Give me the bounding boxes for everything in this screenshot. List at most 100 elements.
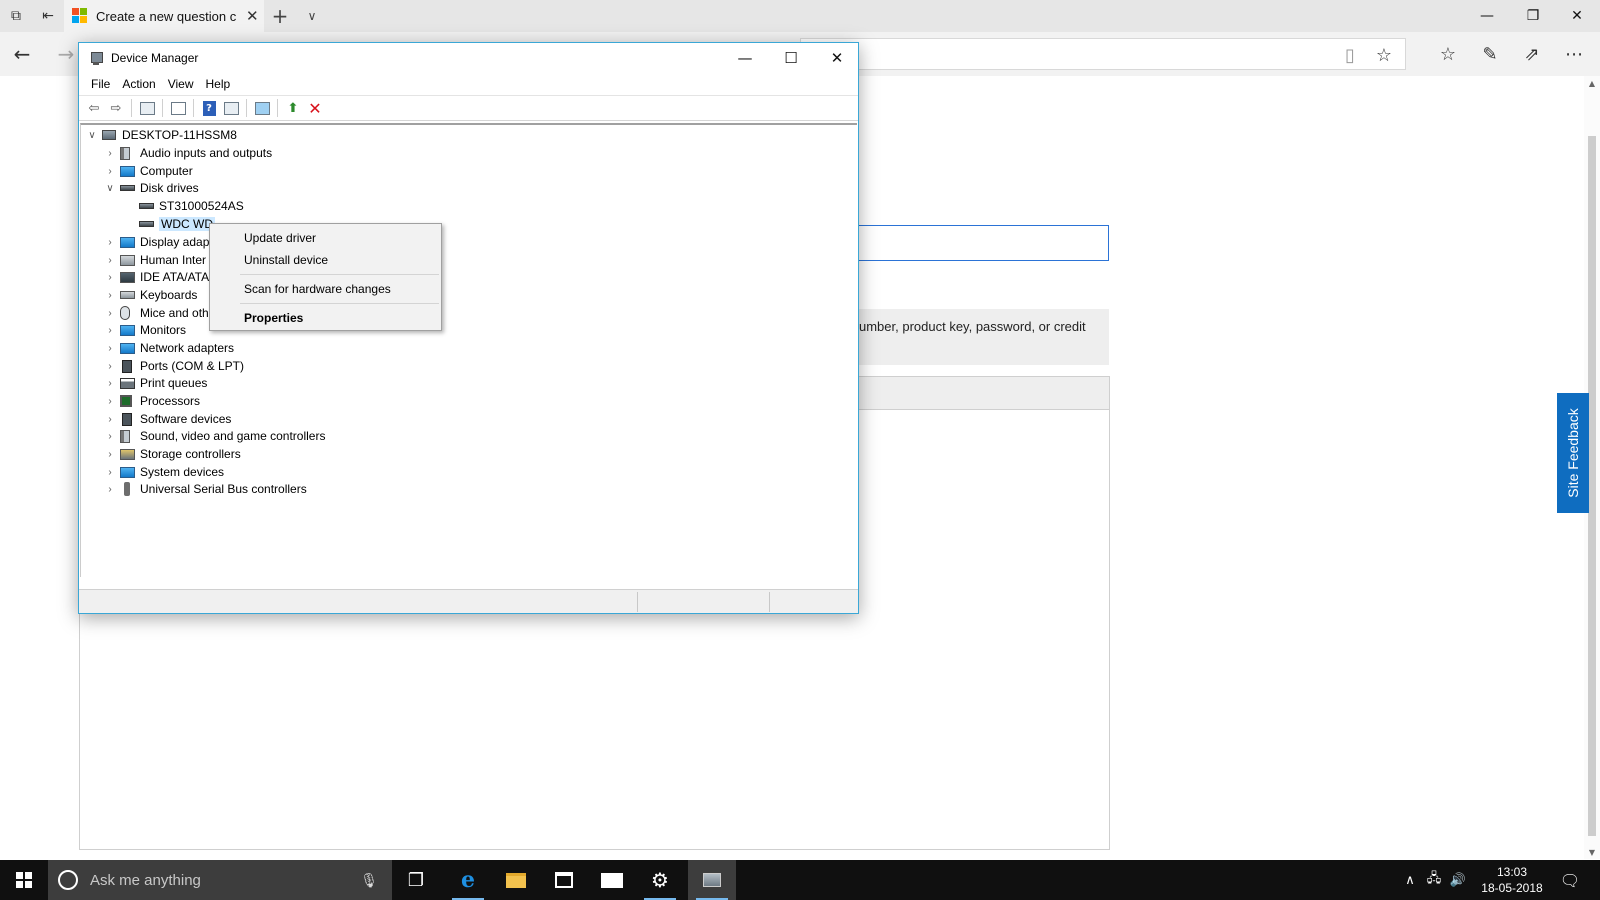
cortana-search-box[interactable]: Ask me anything 🎙 — [48, 860, 392, 900]
expand-chevron-icon[interactable]: › — [103, 144, 117, 162]
forward-arrow-icon[interactable]: ⇨ — [105, 97, 127, 119]
help-icon[interactable]: ? — [198, 97, 220, 119]
uninstall-device-icon[interactable]: ✕ — [304, 97, 326, 119]
tree-item-ide-ata[interactable]: › IDE ATA/ATA — [103, 268, 209, 286]
tab-preview-icon[interactable]: ⧉ — [0, 0, 32, 32]
clock[interactable]: 13:03 18-05-2018 — [1478, 864, 1546, 896]
tree-item-human-interface[interactable]: › Human Inter — [103, 251, 206, 269]
tree-item-print-queues[interactable]: › Print queues — [103, 374, 207, 392]
menu-item-properties[interactable]: Properties — [210, 307, 441, 329]
scroll-down-icon[interactable]: ▼ — [1584, 845, 1600, 859]
device-tree[interactable]: ∨ DESKTOP-11HSSM8 › Audio inputs and out… — [80, 123, 857, 577]
tree-item-ports[interactable]: › Ports (COM & LPT) — [103, 357, 244, 375]
tree-item-storage-controllers[interactable]: › Storage controllers — [103, 445, 241, 463]
expand-chevron-icon[interactable]: › — [103, 374, 117, 392]
properties-icon[interactable] — [167, 97, 189, 119]
tree-item-system-devices[interactable]: › System devices — [103, 463, 224, 481]
tab-close-icon[interactable]: ✕ — [246, 7, 259, 25]
site-feedback-button[interactable]: Site Feedback — [1557, 393, 1589, 513]
back-arrow-icon[interactable]: ← — [0, 32, 44, 76]
scroll-up-icon[interactable]: ▲ — [1584, 76, 1600, 90]
expand-chevron-icon[interactable]: › — [103, 480, 117, 498]
show-hide-console-tree-icon[interactable] — [136, 97, 158, 119]
tree-item-processors[interactable]: › Processors — [103, 392, 200, 410]
scroll-thumb[interactable] — [1588, 136, 1596, 836]
mail-icon[interactable] — [588, 860, 636, 900]
browser-tab[interactable]: Create a new question c ✕ — [64, 0, 264, 32]
device-manager-title-bar[interactable]: Device Manager — ☐ ✕ — [79, 43, 858, 73]
collapse-chevron-icon[interactable]: ∨ — [103, 179, 117, 197]
dm-minimize-icon[interactable]: — — [722, 43, 768, 73]
minimize-icon[interactable]: — — [1464, 0, 1510, 32]
settings-icon[interactable]: ⚙ — [636, 860, 684, 900]
back-arrow-icon[interactable]: ⇦ — [83, 97, 105, 119]
tree-item-monitors[interactable]: › Monitors — [103, 321, 186, 339]
expand-chevron-icon[interactable]: › — [103, 392, 117, 410]
network-icon[interactable]: 🖧 — [1422, 860, 1446, 900]
expand-chevron-icon[interactable]: › — [103, 339, 117, 357]
web-note-icon[interactable]: ✎ — [1468, 32, 1512, 76]
expand-chevron-icon[interactable]: › — [103, 463, 117, 481]
page-text-input[interactable] — [845, 225, 1109, 261]
tree-item-network-adapters[interactable]: › Network adapters — [103, 339, 234, 357]
menu-item-uninstall-device[interactable]: Uninstall device — [210, 249, 441, 271]
share-icon[interactable]: ⇗ — [1510, 32, 1554, 76]
volume-icon[interactable]: 🔊 — [1446, 860, 1470, 900]
task-view-icon[interactable]: ❐ — [392, 860, 440, 900]
expand-chevron-icon[interactable]: › — [103, 445, 117, 463]
start-button[interactable] — [0, 860, 48, 900]
tree-item-disk-st31000524as[interactable]: ST31000524AS — [139, 197, 244, 215]
store-icon[interactable] — [540, 860, 588, 900]
expand-chevron-icon[interactable]: › — [103, 321, 117, 339]
new-tab-icon[interactable]: + — [266, 0, 294, 32]
favorite-star-icon[interactable]: ☆ — [1367, 39, 1401, 71]
tree-item-sound-video[interactable]: › Sound, video and game controllers — [103, 427, 325, 445]
dm-close-icon[interactable]: ✕ — [814, 43, 860, 73]
menu-view[interactable]: View — [162, 77, 200, 91]
scan-hardware-icon[interactable] — [251, 97, 273, 119]
favorites-hub-icon[interactable]: ☆ — [1426, 32, 1470, 76]
tree-item-software-devices[interactable]: › Software devices — [103, 410, 231, 428]
restore-icon[interactable]: ❐ — [1510, 0, 1556, 32]
tree-item-mice[interactable]: › Mice and oth — [103, 304, 209, 322]
update-driver-icon[interactable]: ⬆ — [282, 97, 304, 119]
tree-item-disk-wdc[interactable]: WDC WD — [139, 215, 215, 233]
menu-item-update-driver[interactable]: Update driver — [210, 227, 441, 249]
collapse-chevron-icon[interactable]: ∨ — [85, 126, 99, 144]
expand-chevron-icon[interactable]: › — [103, 233, 117, 251]
expand-chevron-icon[interactable]: › — [103, 286, 117, 304]
expand-chevron-icon[interactable]: › — [103, 410, 117, 428]
tree-item-keyboards[interactable]: › Keyboards — [103, 286, 197, 304]
tree-item-label: Storage controllers — [140, 447, 241, 461]
tree-item-display-adapters[interactable]: › Display adap — [103, 233, 209, 251]
edge-icon[interactable]: e — [444, 860, 492, 900]
address-bar[interactable]: ▯ ☆ — [800, 38, 1406, 70]
reading-view-icon[interactable]: ▯ — [1333, 39, 1367, 71]
expand-chevron-icon[interactable]: › — [103, 427, 117, 445]
more-icon[interactable]: ⋯ — [1552, 32, 1596, 76]
tree-root[interactable]: ∨ DESKTOP-11HSSM8 — [85, 126, 237, 144]
expand-chevron-icon[interactable]: › — [103, 304, 117, 322]
expand-chevron-icon[interactable]: › — [103, 251, 117, 269]
microphone-icon[interactable]: 🎙 — [360, 872, 378, 889]
expand-chevron-icon[interactable]: › — [103, 162, 117, 180]
tree-item-disk-drives[interactable]: ∨ Disk drives — [103, 179, 198, 197]
menu-action[interactable]: Action — [116, 77, 161, 91]
menu-help[interactable]: Help — [200, 77, 237, 91]
close-icon[interactable]: ✕ — [1554, 0, 1600, 32]
tree-item-computer[interactable]: › Computer — [103, 162, 192, 180]
device-manager-icon[interactable] — [688, 860, 736, 900]
expand-chevron-icon[interactable]: › — [103, 268, 117, 286]
expand-chevron-icon[interactable]: › — [103, 357, 117, 375]
show-hidden-icons-icon[interactable]: ∧ — [1400, 860, 1420, 900]
set-tabs-aside-icon[interactable]: ⇤ — [32, 0, 64, 32]
action-center-icon[interactable]: 🗨 — [1552, 860, 1588, 900]
menu-item-scan-hardware[interactable]: Scan for hardware changes — [210, 278, 441, 300]
tree-item-audio[interactable]: › Audio inputs and outputs — [103, 144, 272, 162]
tree-item-usb-controllers[interactable]: › Universal Serial Bus controllers — [103, 480, 307, 498]
action-pane-icon[interactable] — [220, 97, 242, 119]
menu-file[interactable]: File — [85, 77, 116, 91]
dm-maximize-icon[interactable]: ☐ — [768, 43, 814, 73]
file-explorer-icon[interactable] — [492, 860, 540, 900]
tab-list-chevron-icon[interactable]: ∨ — [298, 0, 326, 32]
